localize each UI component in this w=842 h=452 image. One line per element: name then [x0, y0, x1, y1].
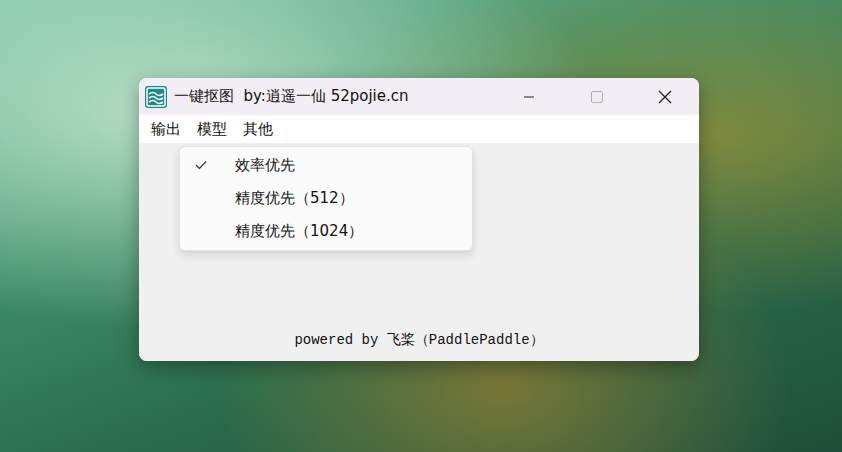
check-slot	[195, 159, 209, 171]
menu-entry: 其他	[235, 117, 281, 142]
menu-bar: 输出模型效率优先精度优先（512）精度优先（1024）其他	[139, 115, 699, 143]
menu-item[interactable]: 其他	[235, 117, 281, 142]
menu-item[interactable]: 模型	[189, 117, 235, 142]
desktop: 一键抠图 by:逍遥一仙 52pojie.cn输出模型效率优先精度优先（512）…	[0, 0, 842, 452]
menu-entry: 输出	[143, 117, 189, 142]
close-icon	[657, 89, 673, 105]
window-title: 一键抠图 by:逍遥一仙 52pojie.cn	[174, 87, 409, 106]
dropdown-label: 精度优先（1024）	[235, 222, 363, 241]
maximize-button[interactable]	[563, 78, 631, 115]
title-bar[interactable]: 一键抠图 by:逍遥一仙 52pojie.cn	[139, 78, 699, 115]
app-window: 一键抠图 by:逍遥一仙 52pojie.cn输出模型效率优先精度优先（512）…	[139, 78, 699, 361]
menu-item[interactable]: 输出	[143, 117, 189, 142]
dropdown-item[interactable]: 效率优先	[180, 149, 472, 182]
check-slot	[195, 192, 209, 204]
check-slot	[195, 225, 209, 237]
dropdown-item[interactable]: 精度优先（512）	[180, 182, 472, 215]
checkmark-icon	[195, 160, 207, 170]
minimize-button[interactable]	[495, 78, 563, 115]
dropdown-menu: 效率优先精度优先（512） 精度优先（1024）	[179, 146, 473, 251]
menu-entry: 模型效率优先精度优先（512）精度优先（1024）	[189, 117, 235, 142]
close-button[interactable]	[631, 78, 699, 115]
powered-by-text: powered by 飞桨（PaddlePaddle）	[294, 331, 543, 349]
dropdown-label: 精度优先（512）	[235, 189, 354, 208]
window-controls	[495, 78, 699, 115]
dropdown-label: 效率优先	[235, 156, 295, 175]
maximize-icon	[590, 90, 604, 104]
dropdown-item[interactable]: 精度优先（1024）	[180, 215, 472, 248]
minimize-icon	[523, 91, 535, 103]
app-logo-icon	[145, 86, 167, 108]
